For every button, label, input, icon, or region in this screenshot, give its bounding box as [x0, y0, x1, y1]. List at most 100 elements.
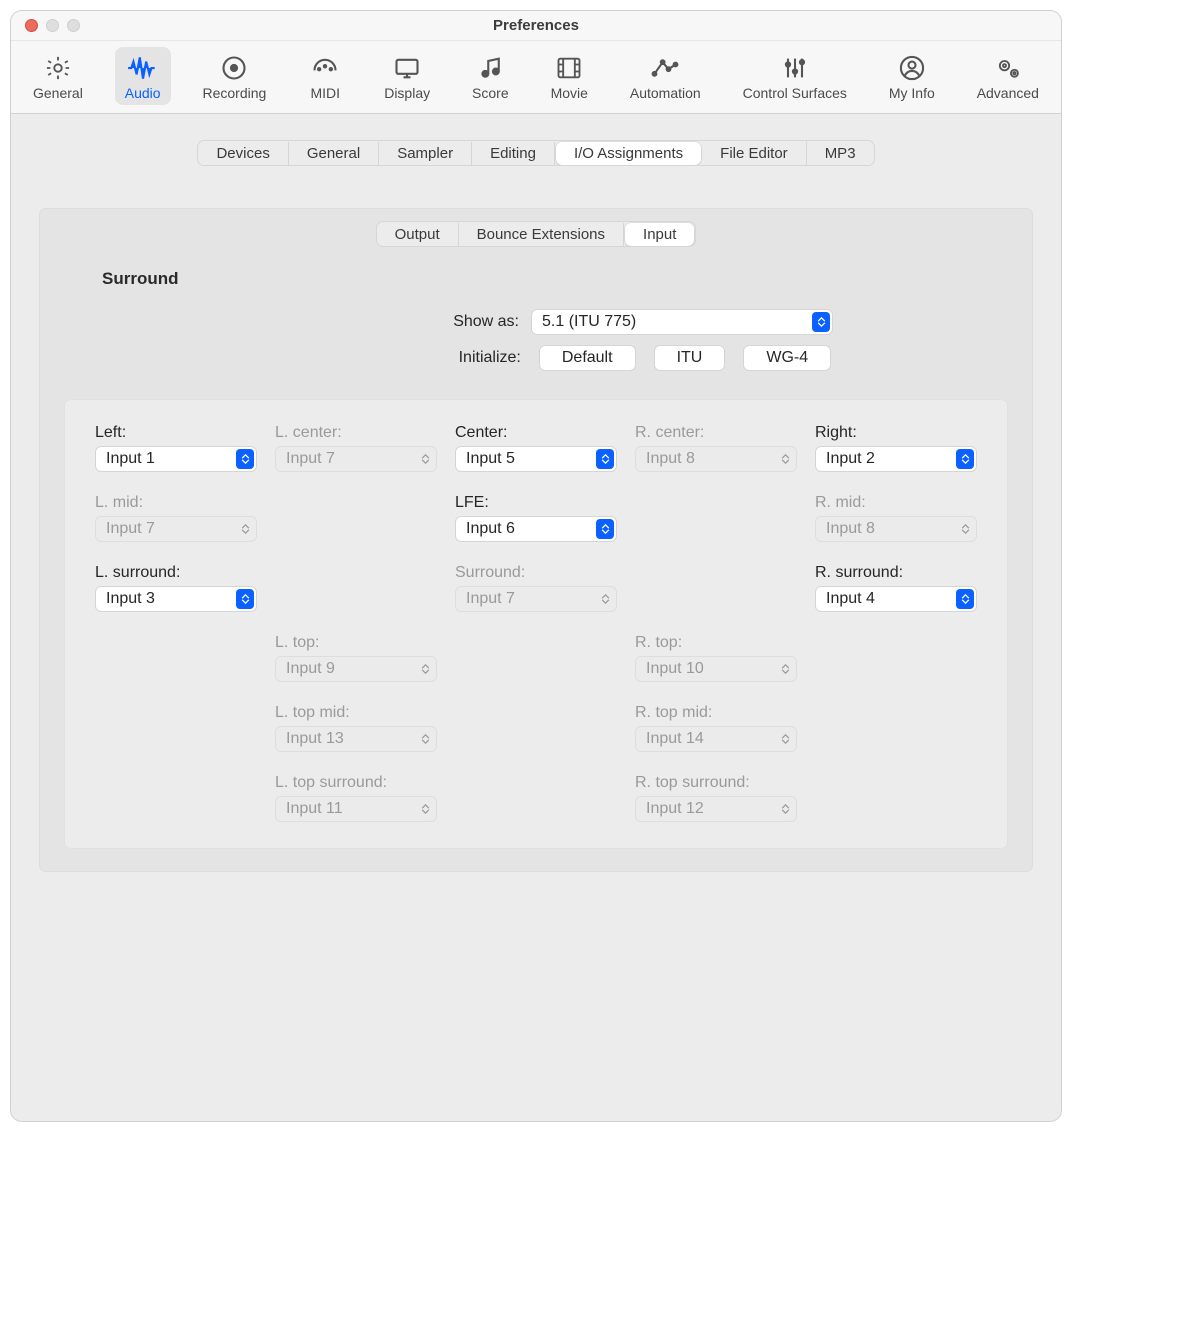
chevron-updown-icon — [776, 799, 794, 819]
channel-value: Input 12 — [646, 800, 704, 818]
toolbar-control-surfaces[interactable]: Control Surfaces — [733, 47, 857, 105]
preferences-window: Preferences General Audio Recording MIDI… — [10, 10, 1062, 1122]
toolbar-score[interactable]: Score — [462, 47, 519, 105]
sliders-icon — [778, 53, 812, 83]
toolbar-recording[interactable]: Recording — [193, 47, 277, 105]
preferences-toolbar: General Audio Recording MIDI Display Sco… — [11, 41, 1061, 114]
channel-label: L. top: — [275, 634, 437, 652]
channel-value: Input 6 — [466, 520, 515, 538]
channel-label: R. center: — [635, 424, 797, 442]
channel-surr: Surround:Input 7 — [455, 564, 617, 612]
init-default-button[interactable]: Default — [539, 345, 636, 371]
channel-ltop: L. top:Input 9 — [275, 634, 437, 682]
chevron-updown-icon — [812, 312, 830, 332]
channel-label: L. top surround: — [275, 774, 437, 792]
tab-devices[interactable]: Devices — [198, 142, 288, 165]
toolbar-movie[interactable]: Movie — [541, 47, 598, 105]
content-area: Devices General Sampler Editing I/O Assi… — [11, 114, 1061, 1121]
chevron-updown-icon — [596, 589, 614, 609]
toolbar-midi[interactable]: MIDI — [298, 47, 352, 105]
channel-lfe-popup[interactable]: Input 6 — [455, 516, 617, 542]
toolbar-my-info[interactable]: My Info — [879, 47, 945, 105]
channel-value: Input 8 — [646, 450, 695, 468]
toolbar-label: Score — [472, 85, 509, 101]
zoom-window-button[interactable] — [67, 19, 80, 32]
score-icon — [473, 53, 507, 83]
chevron-updown-icon — [956, 519, 974, 539]
midi-icon — [308, 53, 342, 83]
toolbar-label: Display — [384, 85, 430, 101]
channel-center-popup[interactable]: Input 5 — [455, 446, 617, 472]
channel-rtopmid: R. top mid:Input 14 — [635, 704, 797, 752]
channel-value: Input 7 — [286, 450, 335, 468]
person-circle-icon — [895, 53, 929, 83]
tab-io-assignments[interactable]: I/O Assignments — [556, 142, 701, 165]
channel-value: Input 4 — [826, 590, 875, 608]
channel-center: Center:Input 5 — [455, 424, 617, 472]
channel-right: Right:Input 2 — [815, 424, 977, 472]
chevron-updown-icon — [596, 449, 614, 469]
toolbar-label: Audio — [125, 85, 161, 101]
tab-sampler[interactable]: Sampler — [379, 142, 472, 165]
toolbar-automation[interactable]: Automation — [620, 47, 711, 105]
tab-bounce-extensions[interactable]: Bounce Extensions — [459, 223, 624, 246]
channel-value: Input 1 — [106, 450, 155, 468]
audio-wave-icon — [126, 53, 160, 83]
channel-lmid: L. mid:Input 7 — [95, 494, 257, 542]
audio-tabs: Devices General Sampler Editing I/O Assi… — [197, 140, 874, 166]
toolbar-label: Movie — [551, 85, 588, 101]
channel-left: Left:Input 1 — [95, 424, 257, 472]
tab-file-editor[interactable]: File Editor — [702, 142, 807, 165]
toolbar-display[interactable]: Display — [374, 47, 440, 105]
toolbar-label: My Info — [889, 85, 935, 101]
chevron-updown-icon — [236, 519, 254, 539]
tab-input[interactable]: Input — [625, 223, 694, 246]
movie-icon — [552, 53, 586, 83]
channel-label: R. surround: — [815, 564, 977, 582]
chevron-updown-icon — [416, 729, 434, 749]
channel-rcenter: R. center: Input 8 — [635, 424, 797, 472]
channel-right-popup[interactable]: Input 2 — [815, 446, 977, 472]
tab-output[interactable]: Output — [377, 223, 459, 246]
channel-ltopmid-popup: Input 13 — [275, 726, 437, 752]
io-subtabs: Output Bounce Extensions Input — [376, 221, 697, 247]
showas-value: 5.1 (ITU 775) — [542, 313, 636, 331]
channel-rtopsurr-popup: Input 12 — [635, 796, 797, 822]
toolbar-label: Recording — [203, 85, 267, 101]
tab-editing[interactable]: Editing — [472, 142, 555, 165]
toolbar-label: MIDI — [310, 85, 340, 101]
channel-rsurr: R. surround: Input 4 — [815, 564, 977, 612]
minimize-window-button[interactable] — [46, 19, 59, 32]
channel-label: L. surround: — [95, 564, 257, 582]
channel-lsurr: L. surround: Input 3 — [95, 564, 257, 612]
window-controls — [25, 19, 80, 32]
toolbar-audio[interactable]: Audio — [115, 47, 171, 105]
toolbar-advanced[interactable]: Advanced — [967, 47, 1049, 105]
chevron-updown-icon — [416, 799, 434, 819]
automation-icon — [648, 53, 682, 83]
channel-label: L. top mid: — [275, 704, 437, 722]
channel-rsurr-popup[interactable]: Input 4 — [815, 586, 977, 612]
channel-value: Input 11 — [286, 800, 343, 818]
channel-ltopmid: L. top mid: Input 13 — [275, 704, 437, 752]
tab-mp3[interactable]: MP3 — [807, 142, 874, 165]
chevron-updown-icon — [776, 659, 794, 679]
display-icon — [390, 53, 424, 83]
channel-label: R. top mid: — [635, 704, 797, 722]
chevron-updown-icon — [416, 659, 434, 679]
init-wg4-button[interactable]: WG-4 — [743, 345, 831, 371]
showas-popup[interactable]: 5.1 (ITU 775) — [531, 309, 833, 335]
close-window-button[interactable] — [25, 19, 38, 32]
channel-lsurr-popup[interactable]: Input 3 — [95, 586, 257, 612]
toolbar-general[interactable]: General — [23, 47, 93, 105]
channel-left-popup[interactable]: Input 1 — [95, 446, 257, 472]
chevron-updown-icon — [236, 589, 254, 609]
initialize-row: Initialize: Default ITU WG-4 — [241, 345, 831, 371]
channel-surr-popup: Input 7 — [455, 586, 617, 612]
init-itu-button[interactable]: ITU — [654, 345, 726, 371]
surround-heading: Surround — [102, 269, 179, 289]
channel-value: Input 3 — [106, 590, 155, 608]
channel-rmid-popup: Input 8 — [815, 516, 977, 542]
channel-lmid-popup: Input 7 — [95, 516, 257, 542]
tab-general[interactable]: General — [289, 142, 379, 165]
